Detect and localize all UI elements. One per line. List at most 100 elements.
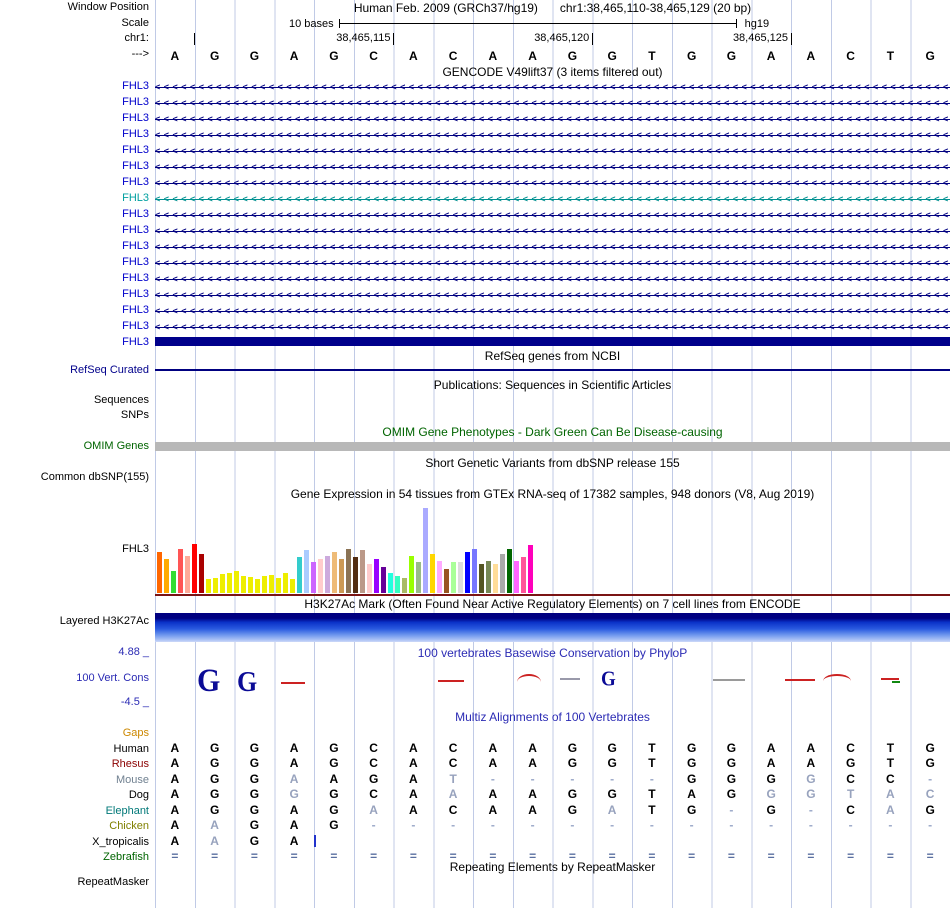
gtex-bar[interactable] bbox=[297, 557, 302, 593]
sequences-label[interactable]: Sequences bbox=[0, 393, 155, 408]
gene-transcript[interactable]: <<<<<<<<<<<<<<<<<<<<<<<<<<<<<<<<<<<<<<<<… bbox=[155, 95, 950, 111]
gene-transcript[interactable]: <<<<<<<<<<<<<<<<<<<<<<<<<<<<<<<<<<<<<<<<… bbox=[155, 111, 950, 127]
gtex-bar[interactable] bbox=[367, 564, 372, 593]
gtex-bar[interactable] bbox=[507, 549, 512, 593]
gene-transcript[interactable]: <<<<<<<<<<<<<<<<<<<<<<<<<<<<<<<<<<<<<<<<… bbox=[155, 79, 950, 95]
gene-label-fhl3-bar[interactable]: FHL3 bbox=[0, 335, 155, 348]
gtex-bar[interactable] bbox=[500, 554, 505, 593]
gtex-bar[interactable] bbox=[451, 562, 456, 593]
gtex-bar[interactable] bbox=[171, 571, 176, 593]
gtex-bar[interactable] bbox=[521, 557, 526, 593]
conservation-mark[interactable] bbox=[892, 681, 900, 683]
gtex-bar[interactable] bbox=[388, 573, 393, 593]
gene-label-fhl3[interactable]: FHL3 bbox=[0, 79, 155, 95]
gene-transcript[interactable]: <<<<<<<<<<<<<<<<<<<<<<<<<<<<<<<<<<<<<<<<… bbox=[155, 175, 950, 191]
alignment-row-x_tropicalis[interactable]: X_tropicalis A A G A bbox=[0, 834, 950, 850]
gtex-bar[interactable] bbox=[374, 559, 379, 593]
gene-label-fhl3[interactable]: FHL3 bbox=[0, 95, 155, 111]
gene-label-fhl3[interactable]: FHL3 bbox=[0, 127, 155, 143]
gtex-bar[interactable] bbox=[325, 556, 330, 593]
gtex-bar[interactable] bbox=[227, 573, 232, 593]
gene-transcript[interactable]: <<<<<<<<<<<<<<<<<<<<<<<<<<<<<<<<<<<<<<<<… bbox=[155, 127, 950, 143]
conservation-letter[interactable]: G bbox=[237, 667, 257, 695]
gtex-bar[interactable] bbox=[234, 571, 239, 593]
h3k27ac-label[interactable]: Layered H3K27Ac bbox=[0, 611, 155, 645]
gene-transcript[interactable]: <<<<<<<<<<<<<<<<<<<<<<<<<<<<<<<<<<<<<<<<… bbox=[155, 223, 950, 239]
gene-label-fhl3[interactable]: FHL3 bbox=[0, 319, 155, 335]
alignment-row-chicken[interactable]: Chicken A A G A G - - - - - - - - - - - - - - - bbox=[0, 818, 950, 834]
alignment-row-elephant[interactable]: Elephant A G G A G A A C A A G A T G - G - C A G bbox=[0, 803, 950, 819]
h3k27ac-signal-bar[interactable] bbox=[155, 613, 950, 642]
conservation-mark[interactable] bbox=[785, 679, 815, 681]
gene-label-fhl3[interactable]: FHL3 bbox=[0, 223, 155, 239]
gtex-bar[interactable] bbox=[479, 564, 484, 593]
gtex-bar[interactable] bbox=[220, 574, 225, 593]
gene-label-fhl3[interactable]: FHL3 bbox=[0, 271, 155, 287]
gene-label-fhl3[interactable]: FHL3 bbox=[0, 159, 155, 175]
alignment-row-human[interactable]: Human A G G A G C A C A A G G T G G A A C T G bbox=[0, 741, 950, 757]
dbsnp-label[interactable]: Common dbSNP(155) bbox=[0, 470, 155, 486]
gtex-bar[interactable] bbox=[465, 552, 470, 593]
alignment-row-mouse[interactable]: Mouse A G G A A G A T - - - - - G G G G C C - bbox=[0, 772, 950, 788]
gtex-bar[interactable] bbox=[430, 554, 435, 593]
omim-bar[interactable] bbox=[155, 442, 950, 451]
snps-label[interactable]: SNPs bbox=[0, 408, 155, 424]
gene-transcript[interactable]: <<<<<<<<<<<<<<<<<<<<<<<<<<<<<<<<<<<<<<<<… bbox=[155, 159, 950, 175]
gene-label-fhl3[interactable]: FHL3 bbox=[0, 239, 155, 255]
gene-transcript[interactable]: <<<<<<<<<<<<<<<<<<<<<<<<<<<<<<<<<<<<<<<<… bbox=[155, 255, 950, 271]
gene-transcript[interactable]: <<<<<<<<<<<<<<<<<<<<<<<<<<<<<<<<<<<<<<<<… bbox=[155, 207, 950, 223]
gtex-bar[interactable] bbox=[192, 544, 197, 593]
refseq-line[interactable] bbox=[155, 369, 950, 371]
conservation-mark[interactable] bbox=[713, 679, 745, 681]
gtex-bar[interactable] bbox=[353, 557, 358, 593]
conservation-label[interactable]: 100 Vert. Cons bbox=[0, 672, 155, 684]
gtex-bar[interactable] bbox=[346, 549, 351, 593]
repeatmasker-label[interactable]: RepeatMasker bbox=[0, 875, 155, 895]
gtex-bar[interactable] bbox=[262, 576, 267, 593]
gtex-bar[interactable] bbox=[409, 556, 414, 593]
gtex-bar[interactable] bbox=[178, 549, 183, 593]
omim-label[interactable]: OMIM Genes bbox=[0, 439, 155, 455]
gtex-bar[interactable] bbox=[318, 559, 323, 593]
gtex-bar[interactable] bbox=[528, 545, 533, 593]
gene-label-fhl3[interactable]: FHL3 bbox=[0, 303, 155, 319]
gene-label-fhl3[interactable]: FHL3 bbox=[0, 191, 155, 207]
conservation-logo[interactable]: GGG bbox=[155, 661, 950, 697]
gene-transcript[interactable]: <<<<<<<<<<<<<<<<<<<<<<<<<<<<<<<<<<<<<<<<… bbox=[155, 271, 950, 287]
conservation-mark[interactable] bbox=[881, 678, 899, 680]
gene-label-fhl3[interactable]: FHL3 bbox=[0, 111, 155, 127]
gene-transcript[interactable]: <<<<<<<<<<<<<<<<<<<<<<<<<<<<<<<<<<<<<<<<… bbox=[155, 319, 950, 335]
gencode-solid-bar[interactable] bbox=[155, 337, 950, 346]
gtex-bar[interactable] bbox=[381, 567, 386, 593]
gtex-bar[interactable] bbox=[423, 508, 428, 593]
gtex-bar[interactable] bbox=[514, 561, 519, 593]
gtex-bar[interactable] bbox=[339, 559, 344, 593]
gtex-bar[interactable] bbox=[311, 562, 316, 593]
gtex-bar[interactable] bbox=[199, 554, 204, 593]
gtex-bar[interactable] bbox=[290, 579, 295, 593]
gtex-bar[interactable] bbox=[416, 562, 421, 593]
gtex-bar[interactable] bbox=[402, 578, 407, 593]
alignment-row-gaps[interactable]: Gaps bbox=[0, 725, 950, 741]
conservation-letter[interactable]: G bbox=[601, 669, 616, 690]
gtex-bar[interactable] bbox=[213, 578, 218, 593]
gtex-bar[interactable] bbox=[241, 576, 246, 593]
gene-transcript[interactable]: <<<<<<<<<<<<<<<<<<<<<<<<<<<<<<<<<<<<<<<<… bbox=[155, 287, 950, 303]
gtex-bar[interactable] bbox=[276, 578, 281, 593]
gtex-bar[interactable] bbox=[283, 573, 288, 593]
gene-transcript[interactable]: <<<<<<<<<<<<<<<<<<<<<<<<<<<<<<<<<<<<<<<<… bbox=[155, 239, 950, 255]
gtex-bar[interactable] bbox=[185, 556, 190, 593]
conservation-mark[interactable] bbox=[517, 674, 541, 682]
conservation-mark[interactable] bbox=[281, 682, 305, 684]
gtex-bar[interactable] bbox=[472, 549, 477, 593]
gtex-bar[interactable] bbox=[206, 579, 211, 593]
conservation-letter[interactable]: G bbox=[197, 664, 220, 697]
gene-label-fhl3[interactable]: FHL3 bbox=[0, 143, 155, 159]
gene-label-fhl3[interactable]: FHL3 bbox=[0, 175, 155, 191]
gtex-bar[interactable] bbox=[395, 576, 400, 593]
gtex-bar[interactable] bbox=[304, 550, 309, 593]
gtex-bar[interactable] bbox=[164, 559, 169, 593]
alignment-row-dog[interactable]: Dog A G G G G C A A A A G G T A G G G T A C bbox=[0, 787, 950, 803]
conservation-mark[interactable] bbox=[560, 678, 580, 680]
gene-label-fhl3[interactable]: FHL3 bbox=[0, 207, 155, 223]
